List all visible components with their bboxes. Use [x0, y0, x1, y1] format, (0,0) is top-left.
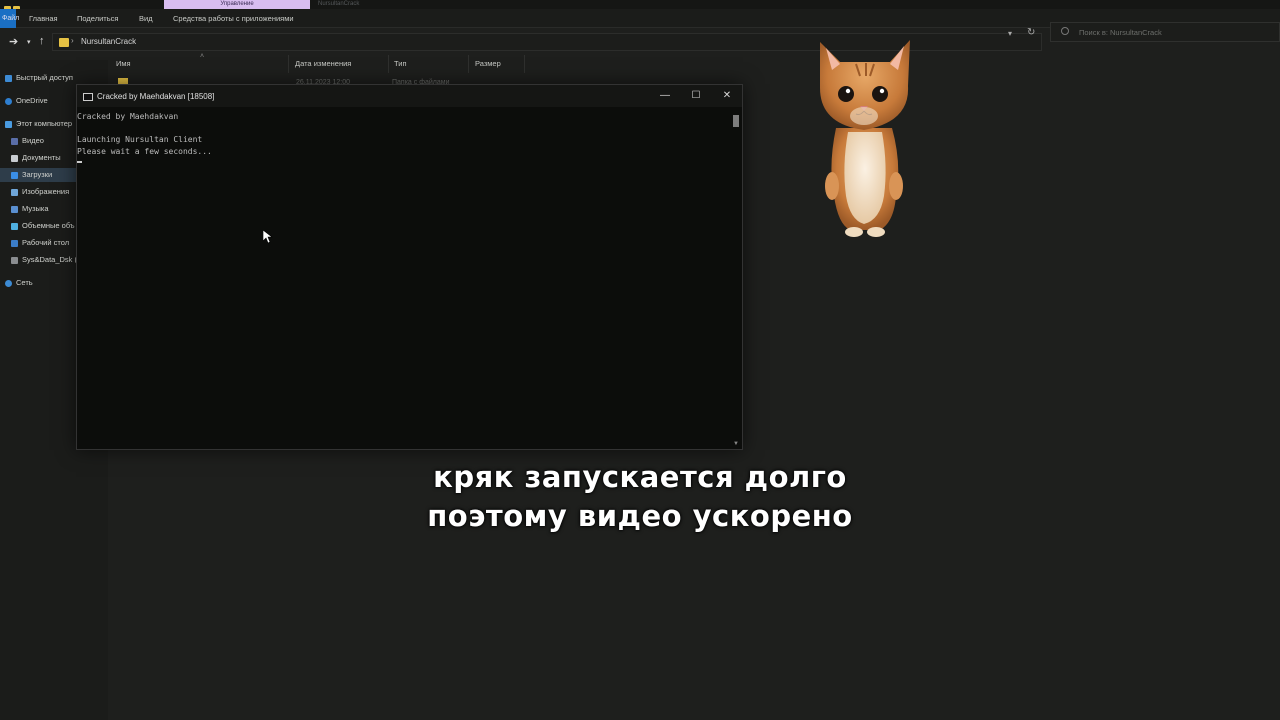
- caption-line: кряк запускается долго: [433, 460, 847, 494]
- window-title: NursultanCrack: [318, 1, 360, 7]
- nav-label: Этот компьютер: [16, 119, 73, 128]
- column-name[interactable]: Имя: [116, 59, 131, 68]
- tab-manage[interactable]: Управление: [164, 0, 310, 9]
- tab-file[interactable]: Файл: [0, 9, 19, 28]
- network-icon: [5, 279, 12, 287]
- star-icon: [5, 74, 12, 82]
- video-icon: [11, 137, 18, 145]
- quick-access-toolbar: [4, 0, 30, 13]
- explorer-tab-strip: Управление NursultanCrack: [0, 0, 1280, 13]
- sort-up-icon: ˄: [200, 53, 205, 60]
- mouse-pointer-icon: [263, 230, 273, 244]
- column-divider[interactable]: [288, 55, 289, 73]
- console-scrollbar[interactable]: ▼: [732, 113, 740, 447]
- console-line: Cracked by Maehdakvan: [77, 112, 179, 121]
- nav-label: Видео: [22, 136, 44, 145]
- drive-icon: [11, 256, 18, 264]
- search-icon: [1061, 27, 1069, 35]
- caption-line: поэтому видео ускорено: [427, 499, 853, 533]
- column-type[interactable]: Тип: [394, 59, 407, 68]
- address-path[interactable]: NursultanCrack: [81, 37, 136, 46]
- tab-home[interactable]: Главная: [29, 9, 58, 28]
- chevron-down-icon[interactable]: ▾: [27, 38, 31, 46]
- console-output[interactable]: Cracked by Maehdakvan Launching Nursulta…: [77, 107, 732, 449]
- video-caption: кряк запускается долго поэтому видео уск…: [340, 458, 940, 536]
- console-line: Launching Nursultan Client: [77, 135, 203, 144]
- scrollbar-thumb[interactable]: [733, 115, 739, 127]
- console-title: Cracked by Maehdakvan [18508]: [97, 92, 215, 101]
- nav-label: Sys&Data_Dsk (: [22, 255, 78, 264]
- nav-label: OneDrive: [16, 96, 48, 105]
- terminal-icon: [83, 93, 93, 101]
- nav-label: Объемные объ: [22, 221, 75, 230]
- nav-label: Загрузки: [22, 170, 53, 179]
- column-divider[interactable]: [388, 55, 389, 73]
- nav-label: Музыка: [22, 204, 49, 213]
- screen-recording-frame: Управление NursultanCrack Файл Главная П…: [0, 0, 1280, 720]
- folder-icon: [59, 38, 69, 47]
- close-button[interactable]: ✕: [713, 88, 741, 104]
- computer-icon: [5, 120, 12, 128]
- download-icon: [11, 171, 18, 179]
- cube-icon: [11, 222, 18, 230]
- kitten-sticker: [820, 40, 910, 237]
- document-icon: [11, 154, 18, 162]
- search-input[interactable]: Поиск в: NursultanCrack: [1050, 22, 1280, 42]
- column-size[interactable]: Размер: [475, 59, 501, 68]
- cloud-icon: [5, 97, 12, 105]
- minimize-button[interactable]: —: [651, 88, 679, 104]
- nav-quick-access[interactable]: Быстрый доступ: [0, 71, 100, 85]
- console-titlebar[interactable]: Cracked by Maehdakvan [18508] — ☐ ✕: [77, 85, 742, 107]
- nav-label: Быстрый доступ: [16, 73, 73, 82]
- forward-icon[interactable]: ➔: [9, 35, 18, 48]
- maximize-button[interactable]: ☐: [682, 88, 710, 104]
- music-note-icon: [11, 205, 18, 213]
- nav-label: Изображения: [22, 187, 70, 196]
- console-line: Please wait a few seconds...: [77, 146, 212, 156]
- text-cursor: [77, 161, 82, 163]
- column-divider[interactable]: [468, 55, 469, 73]
- column-divider[interactable]: [524, 55, 525, 73]
- tab-view[interactable]: Вид: [139, 9, 153, 28]
- chevron-down-icon[interactable]: ▾: [1008, 29, 1012, 38]
- search-placeholder: Поиск в: NursultanCrack: [1079, 28, 1162, 37]
- tab-app-tools[interactable]: Средства работы с приложениями: [173, 9, 294, 28]
- up-arrow-icon[interactable]: ↑: [39, 35, 45, 47]
- chevron-right-icon[interactable]: ›: [71, 36, 74, 45]
- file-list-header: ˄ Имя Дата изменения Тип Размер: [108, 53, 1280, 73]
- chevron-down-icon[interactable]: ▼: [733, 441, 739, 447]
- refresh-icon[interactable]: ↻: [1027, 27, 1035, 38]
- nav-label: Документы: [22, 153, 61, 162]
- console-window[interactable]: Cracked by Maehdakvan [18508] — ☐ ✕ Crac…: [76, 84, 743, 450]
- nav-label: Рабочий стол: [22, 238, 70, 247]
- image-icon: [11, 188, 18, 196]
- desktop-icon: [11, 239, 18, 247]
- nav-label: Сеть: [16, 278, 33, 287]
- column-date[interactable]: Дата изменения: [295, 59, 351, 68]
- tab-share[interactable]: Поделиться: [77, 9, 118, 28]
